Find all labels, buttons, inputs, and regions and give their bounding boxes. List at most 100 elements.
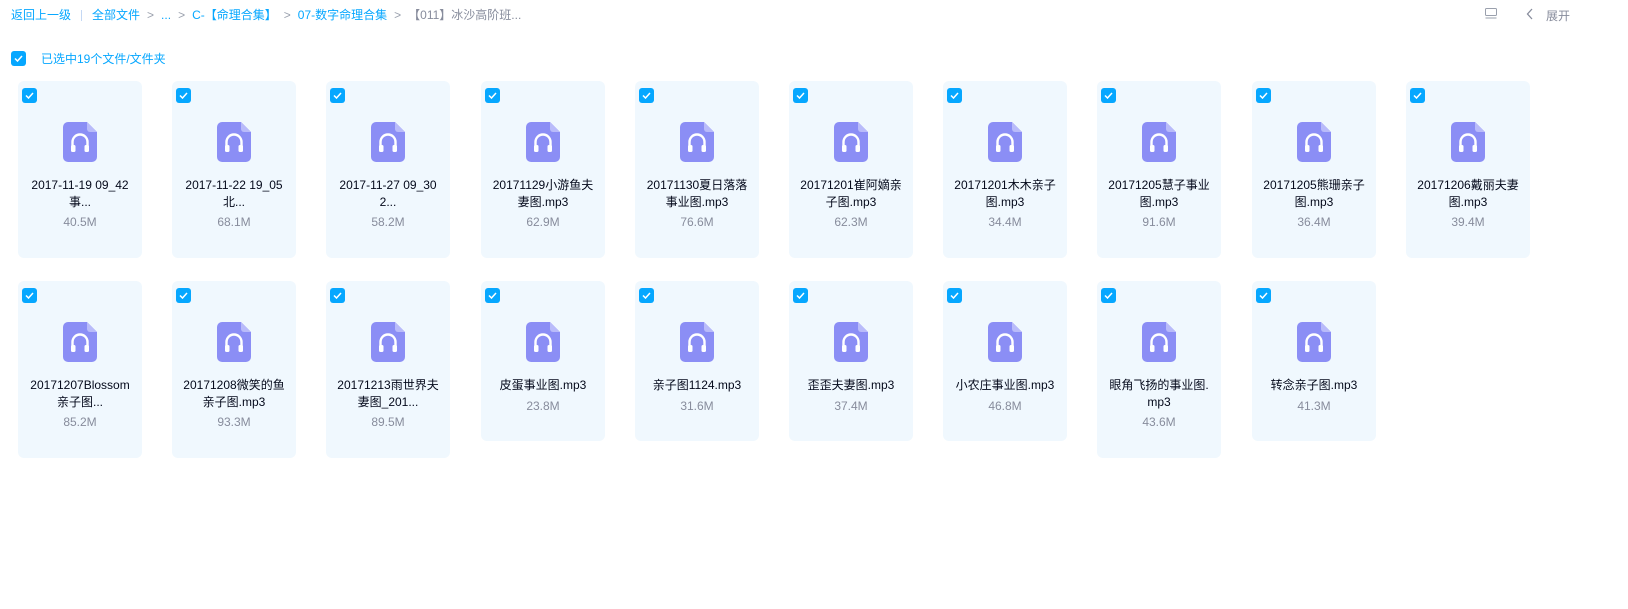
check-icon (1104, 292, 1113, 299)
check-icon (179, 92, 188, 99)
file-name-line: 妻图_201... (357, 395, 419, 409)
selection-count-label: 已选中19个文件/文件夹 (41, 51, 166, 66)
file-card[interactable]: 20171201木木亲子 图.mp3 34.4M (943, 81, 1067, 258)
file-card[interactable]: 20171206戴丽夫妻 图.mp3 39.4M (1406, 81, 1530, 258)
file-checkbox[interactable] (639, 88, 654, 103)
check-icon (179, 292, 188, 299)
file-size: 40.5M (63, 215, 97, 229)
file-checkbox[interactable] (485, 88, 500, 103)
audio-file-icon (217, 122, 251, 162)
file-checkbox[interactable] (1256, 288, 1271, 303)
file-name-line: 2... (379, 195, 397, 209)
file-name: 20171207Blossom 亲子图... (24, 377, 136, 411)
breadcrumb-ellipsis[interactable]: ... (161, 8, 171, 22)
file-card[interactable]: 20171129小游鱼夫 妻图.mp3 62.9M (481, 81, 605, 258)
file-checkbox[interactable] (793, 288, 808, 303)
file-name: 小农庄事业图.mp3 (949, 377, 1061, 394)
file-card[interactable]: 20171208微笑的鱼 亲子图.mp3 93.3M (172, 281, 296, 458)
file-checkbox[interactable] (22, 88, 37, 103)
check-icon (1259, 92, 1268, 99)
file-name-line: 20171205慧子事业 (1108, 178, 1210, 192)
file-name-line: 皮蛋事业图.mp3 (499, 378, 587, 392)
file-card[interactable]: 小农庄事业图.mp3 46.8M (943, 281, 1067, 441)
file-checkbox[interactable] (176, 88, 191, 103)
chevron-left-icon[interactable] (1526, 8, 1534, 20)
file-size: 41.3M (1297, 399, 1331, 413)
file-size: 46.8M (988, 399, 1022, 413)
file-checkbox[interactable] (1101, 288, 1116, 303)
file-checkbox[interactable] (1101, 88, 1116, 103)
audio-file-icon (1451, 122, 1485, 162)
file-checkbox[interactable] (947, 88, 962, 103)
file-checkbox[interactable] (947, 288, 962, 303)
file-card[interactable]: 2017-11-27 09_30 2... 58.2M (326, 81, 450, 258)
file-name: 20171201木木亲子 图.mp3 (949, 177, 1061, 211)
file-card[interactable]: 皮蛋事业图.mp3 23.8M (481, 281, 605, 441)
file-card[interactable]: 20171130夏日落落 事业图.mp3 76.6M (635, 81, 759, 258)
file-name-line: 20171208微笑的鱼 (183, 378, 285, 392)
select-all-checkbox[interactable] (11, 50, 26, 66)
file-name-line: 20171213雨世界夫 (337, 378, 439, 392)
audio-file-icon (680, 122, 714, 162)
check-icon (25, 292, 34, 299)
audio-file-icon (63, 122, 97, 162)
file-name: 20171201崔阿嫡亲 子图.mp3 (795, 177, 907, 211)
file-checkbox[interactable] (330, 288, 345, 303)
check-icon (950, 92, 959, 99)
file-name: 20171206戴丽夫妻 图.mp3 (1412, 177, 1524, 211)
file-name: 歪歪夫妻图.mp3 (795, 377, 907, 394)
file-checkbox[interactable] (330, 88, 345, 103)
breadcrumb-all-files[interactable]: 全部文件 (92, 8, 140, 22)
file-card[interactable]: 转念亲子图.mp3 41.3M (1252, 281, 1376, 441)
back-link[interactable]: 返回上一级 (11, 8, 71, 22)
breadcrumb-folder-c[interactable]: C-【命理合集】 (192, 8, 277, 22)
check-icon (796, 292, 805, 299)
file-card[interactable]: 20171207Blossom 亲子图... 85.2M (18, 281, 142, 458)
check-icon (14, 54, 23, 62)
file-card[interactable]: 2017-11-22 19_05 北... 68.1M (172, 81, 296, 258)
file-checkbox[interactable] (1410, 88, 1425, 103)
audio-file-icon (834, 322, 868, 362)
audio-file-icon (371, 322, 405, 362)
expand-button[interactable]: 展开 (1546, 7, 1570, 24)
file-card[interactable]: 2017-11-19 09_42 事... 40.5M (18, 81, 142, 258)
file-card[interactable]: 亲子图1124.mp3 31.6M (635, 281, 759, 441)
audio-file-icon (988, 122, 1022, 162)
file-name-line: 亲子图.mp3 (202, 395, 266, 409)
file-size: 39.4M (1451, 215, 1485, 229)
file-size: 76.6M (680, 215, 714, 229)
file-card[interactable]: 20171213雨世界夫 妻图_201... 89.5M (326, 281, 450, 458)
file-name: 20171129小游鱼夫 妻图.mp3 (487, 177, 599, 211)
file-name-line: mp3 (1147, 395, 1171, 409)
file-card[interactable]: 眼角飞扬的事业图. mp3 43.6M (1097, 281, 1221, 458)
file-name-line: 转念亲子图.mp3 (1270, 378, 1358, 392)
file-checkbox[interactable] (639, 288, 654, 303)
file-card[interactable]: 20171201崔阿嫡亲 子图.mp3 62.3M (789, 81, 913, 258)
audio-file-icon (217, 322, 251, 362)
file-name: 皮蛋事业图.mp3 (487, 377, 599, 394)
breadcrumb-separator: > (283, 8, 291, 22)
file-name-line: 事业图.mp3 (665, 195, 729, 209)
file-checkbox[interactable] (793, 88, 808, 103)
file-name-line: 2017-11-19 09_42 (31, 178, 129, 192)
audio-file-icon (834, 122, 868, 162)
file-checkbox[interactable] (485, 288, 500, 303)
file-size: 23.8M (526, 399, 560, 413)
file-name: 亲子图1124.mp3 (641, 377, 753, 394)
file-name-line: 眼角飞扬的事业图. (1109, 378, 1209, 392)
list-view-icon[interactable] (1485, 8, 1497, 20)
check-icon (796, 92, 805, 99)
file-card[interactable]: 歪歪夫妻图.mp3 37.4M (789, 281, 913, 441)
file-card[interactable]: 20171205熊珊亲子 图.mp3 36.4M (1252, 81, 1376, 258)
file-size: 36.4M (1297, 215, 1331, 229)
file-checkbox[interactable] (176, 288, 191, 303)
file-checkbox[interactable] (22, 288, 37, 303)
file-card[interactable]: 20171205慧子事业 图.mp3 91.6M (1097, 81, 1221, 258)
file-name: 20171208微笑的鱼 亲子图.mp3 (178, 377, 290, 411)
file-name-line: 20171201木木亲子 (954, 178, 1056, 192)
file-name-line: 2017-11-27 09_30 (339, 178, 437, 192)
breadcrumb-folder-07[interactable]: 07-数字命理合集 (298, 8, 387, 22)
breadcrumb: 返回上一级 全部文件 > ... > C-【命理合集】 > 07-数字命理合集 … (11, 8, 521, 22)
file-checkbox[interactable] (1256, 88, 1271, 103)
check-icon (25, 92, 34, 99)
